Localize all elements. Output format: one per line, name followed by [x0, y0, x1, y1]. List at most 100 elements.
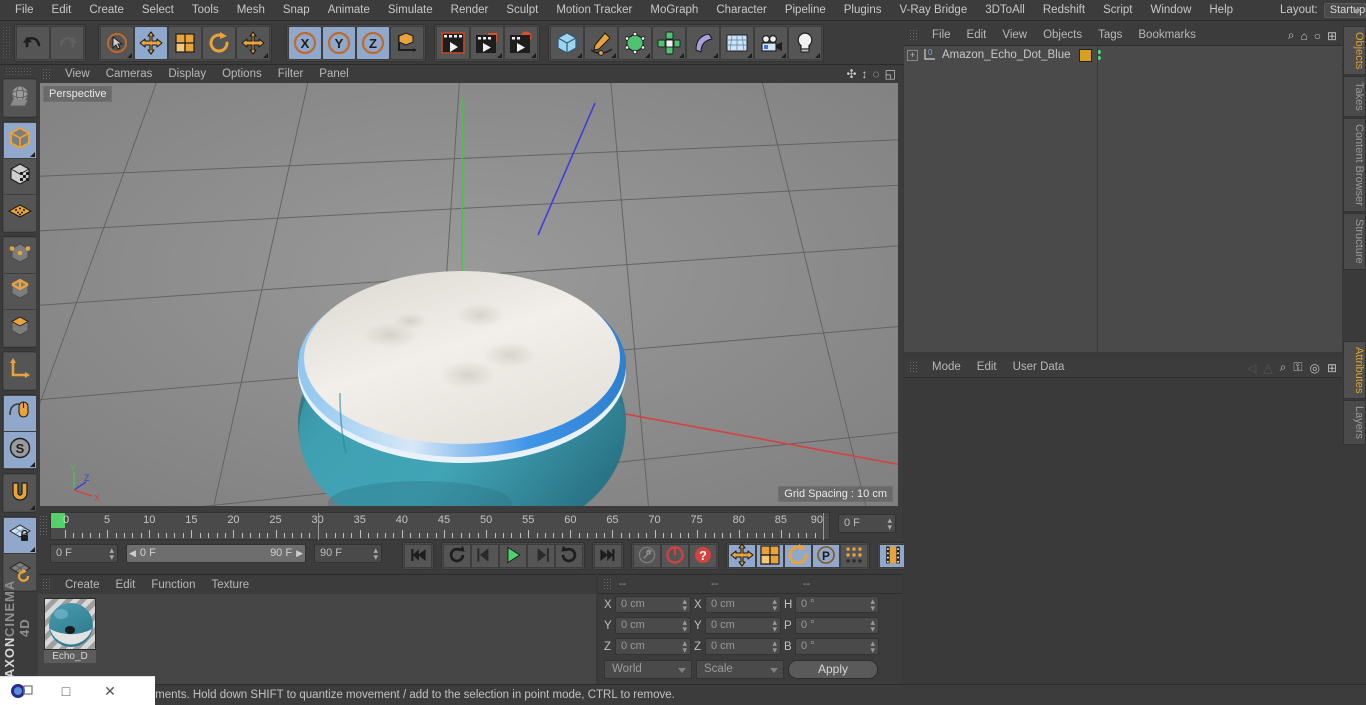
keyframe-help-button[interactable]: ? — [689, 544, 717, 568]
object-home-icon[interactable]: ⌂ — [1300, 29, 1307, 43]
spinner-icon[interactable]: ▴ ▾ — [373, 546, 378, 562]
timeline-end-marker[interactable] — [823, 513, 824, 540]
spinner-icon[interactable]: ▴ ▾ — [887, 516, 892, 532]
object-menu-edit[interactable]: Edit — [959, 26, 995, 45]
menu-animate[interactable]: Animate — [319, 0, 379, 20]
dropdown-corner-icon[interactable] — [747, 52, 752, 58]
lock-x-axis-button[interactable]: X — [288, 25, 322, 60]
menu-pipeline[interactable]: Pipeline — [776, 0, 835, 20]
menu-mesh[interactable]: Mesh — [228, 0, 274, 20]
menu-window[interactable]: Window — [1141, 0, 1200, 20]
dropdown-corner-icon[interactable] — [815, 52, 820, 58]
viewport-menu-view[interactable]: View — [57, 66, 98, 83]
go-to-previous-key-button[interactable] — [443, 544, 471, 568]
object-name-label[interactable]: Amazon_Echo_Dot_Blue — [942, 49, 1071, 61]
object-oval-icon[interactable]: ○ — [1314, 29, 1321, 43]
model-mode-button[interactable] — [4, 123, 36, 159]
menu-motion-tracker[interactable]: Motion Tracker — [547, 0, 641, 20]
live-selection-tool[interactable] — [100, 25, 134, 60]
attribute-forward-arrow-icon[interactable]: △ — [1263, 361, 1272, 375]
viewport-3d[interactable]: Y Z X Perspective Grid Spacing : 10 cm — [40, 83, 898, 506]
dropdown-corner-icon[interactable] — [497, 52, 502, 58]
material-menu-edit[interactable]: Edit — [108, 576, 144, 594]
tab-takes[interactable]: Takes — [1343, 76, 1366, 118]
dropdown-corner-icon[interactable] — [30, 505, 35, 510]
spinner-icon[interactable]: ▴ ▾ — [682, 618, 687, 634]
viewport-grip[interactable] — [42, 67, 52, 81]
timeline-end-field[interactable]: 90 F ▴ ▾ — [314, 544, 382, 563]
record-pla-button[interactable]: P — [812, 544, 840, 568]
points-mode-button[interactable] — [4, 238, 36, 274]
attribute-add-panel-icon[interactable]: ⊞ — [1327, 361, 1337, 375]
add-primitive-cube-button[interactable] — [550, 25, 584, 60]
spinner-icon[interactable]: ▴ ▾ — [870, 618, 875, 634]
taskbar-cinema4d-icon[interactable] — [0, 677, 44, 705]
object-search-icon[interactable]: ⌕ — [1288, 28, 1295, 43]
add-modeling-object-button[interactable] — [652, 25, 686, 60]
object-menu-view[interactable]: View — [994, 26, 1035, 45]
coord-size-z-input[interactable]: 0 cm ▴ ▾ — [705, 638, 781, 655]
menu-character[interactable]: Character — [707, 0, 776, 20]
coord-position-z-input[interactable]: 0 cm ▴ ▾ — [615, 638, 691, 655]
material-list[interactable]: Echo_D — [38, 594, 596, 685]
menu-create[interactable]: Create — [80, 0, 133, 20]
menu-tools[interactable]: Tools — [183, 0, 228, 20]
tab-layers[interactable]: Layers — [1343, 400, 1366, 446]
object-manager-grip[interactable] — [909, 29, 919, 42]
enable-axis-modification-button[interactable] — [4, 353, 36, 389]
attribute-search-icon[interactable]: ⌕ — [1280, 360, 1287, 375]
menu-script[interactable]: Script — [1094, 0, 1141, 20]
attribute-content[interactable] — [904, 378, 1342, 684]
taskbar-close-icon[interactable]: ✕ — [88, 677, 132, 705]
move-tool[interactable] — [134, 25, 168, 60]
snap-settings-button[interactable]: S — [4, 432, 36, 468]
redo-button[interactable] — [50, 25, 84, 60]
material-grip[interactable] — [42, 578, 52, 591]
scale-tool[interactable] — [168, 25, 202, 60]
spinner-icon[interactable]: ▴ ▾ — [870, 597, 875, 613]
edges-mode-button[interactable] — [4, 274, 36, 310]
dropdown-corner-icon[interactable] — [645, 52, 650, 58]
go-to-start-button[interactable] — [404, 544, 432, 568]
lock-workplane-button[interactable] — [4, 518, 36, 554]
viewport-orbit-icon[interactable]: ◌ — [873, 67, 880, 81]
viewport-maximize-icon[interactable]: ◱ — [885, 67, 896, 81]
add-environment-button[interactable] — [720, 25, 754, 60]
dropdown-corner-icon[interactable] — [30, 547, 35, 552]
attribute-menu-edit[interactable]: Edit — [969, 358, 1005, 377]
viewport-menu-panel[interactable]: Panel — [311, 66, 356, 83]
coord-position-x-input[interactable]: 0 cm ▴ ▾ — [615, 596, 691, 613]
step-back-button[interactable] — [471, 544, 499, 568]
timeline-start-field[interactable]: 0 F ▴ ▾ — [50, 544, 118, 563]
texture-mode-button[interactable] — [4, 159, 36, 195]
add-light-button[interactable] — [788, 25, 822, 60]
menu-simulate[interactable]: Simulate — [379, 0, 442, 20]
autokeying-button[interactable] — [661, 544, 689, 568]
menu-file[interactable]: File — [6, 0, 43, 20]
spinner-icon[interactable]: ▴ ▾ — [682, 597, 687, 613]
spinner-icon[interactable]: ▴ ▾ — [772, 597, 777, 613]
go-to-end-button[interactable] — [594, 544, 622, 568]
object-menu-objects[interactable]: Objects — [1035, 26, 1090, 45]
coord-transform-mode-select[interactable]: Scale — [696, 660, 784, 679]
material-menu-function[interactable]: Function — [143, 576, 203, 594]
menu-render[interactable]: Render — [442, 0, 498, 20]
menu-vray-bridge[interactable]: V-Ray Bridge — [890, 0, 976, 20]
object-tree-row[interactable]: + 0 Amazon_Echo_Dot_Blue — [904, 46, 1342, 64]
taskbar-restore-icon[interactable]: □ — [44, 677, 88, 705]
make-editable-button[interactable] — [4, 80, 36, 116]
dropdown-corner-icon[interactable] — [781, 52, 786, 58]
coord-size-y-input[interactable]: 0 cm ▴ ▾ — [705, 617, 781, 634]
timeline-grip[interactable] — [39, 515, 48, 537]
add-spline-pen-button[interactable] — [584, 25, 618, 60]
timeline-playhead[interactable] — [317, 513, 319, 540]
spinner-icon[interactable]: ▴ ▾ — [109, 546, 114, 562]
dynamic-place-tool[interactable] — [236, 25, 270, 60]
attribute-back-arrow-icon[interactable]: ◁ — [1247, 361, 1256, 375]
render-view-button[interactable] — [436, 25, 470, 60]
range-right-arrow-icon[interactable]: ▶ — [296, 545, 303, 562]
lock-z-axis-button[interactable]: Z — [356, 25, 390, 60]
coord-rotation-p-input[interactable]: 0 ° ▴ ▾ — [795, 617, 879, 634]
range-left-arrow-icon[interactable]: ◀ — [129, 545, 136, 562]
menu-sculpt[interactable]: Sculpt — [497, 0, 547, 20]
